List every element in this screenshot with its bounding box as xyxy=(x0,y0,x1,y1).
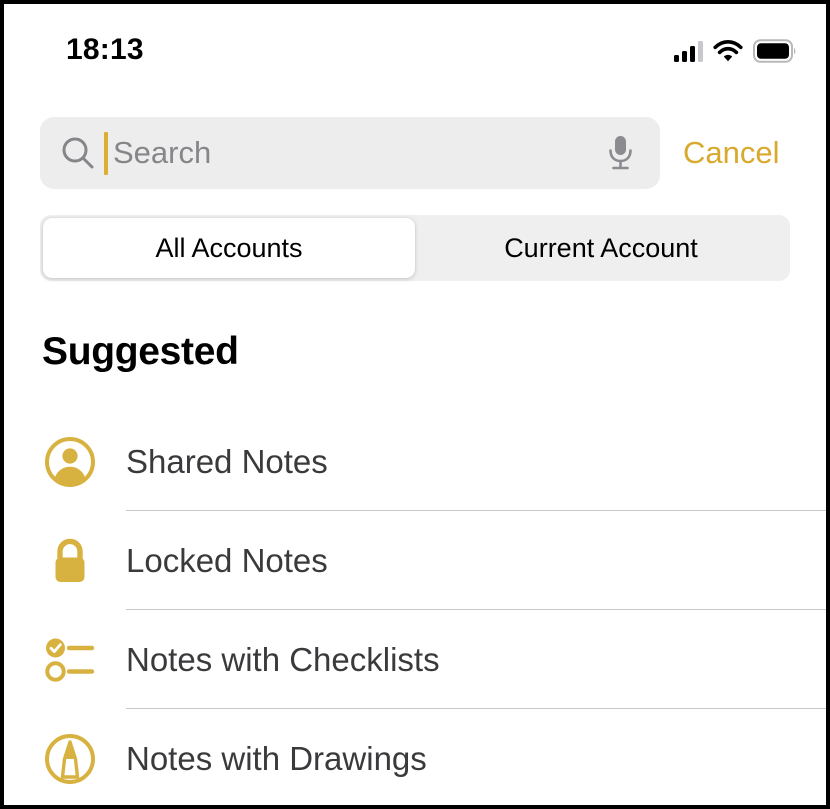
cellular-signal-icon xyxy=(674,40,703,62)
list-item-notes-with-checklists[interactable]: Notes with Checklists xyxy=(4,610,826,709)
search-input[interactable]: Search xyxy=(40,117,660,189)
checklist-icon xyxy=(42,632,98,688)
list-item-label: Notes with Drawings xyxy=(126,739,427,777)
battery-full-icon xyxy=(753,39,796,63)
text-cursor xyxy=(104,131,108,175)
shared-person-icon xyxy=(42,434,98,490)
search-icon xyxy=(60,135,96,171)
list-item-label: Shared Notes xyxy=(126,442,328,480)
wifi-icon xyxy=(713,39,743,61)
drawing-pen-icon xyxy=(42,731,98,787)
device-frame: 18:13 Search Cancel All Accounts Current… xyxy=(0,0,830,809)
phone-screen: 18:13 Search Cancel All Accounts Current… xyxy=(4,4,826,805)
list-item-label: Locked Notes xyxy=(126,541,328,579)
list-item-label: Notes with Checklists xyxy=(126,640,440,678)
list-item-shared-notes[interactable]: Shared Notes xyxy=(4,412,826,511)
suggested-list: Shared Notes Locked Notes Notes with Che… xyxy=(4,412,826,805)
status-bar-indicators xyxy=(674,37,797,65)
search-bar-row: Search Cancel xyxy=(4,117,826,197)
tab-current-account[interactable]: Current Account xyxy=(415,218,787,278)
list-item-locked-notes[interactable]: Locked Notes xyxy=(4,511,826,610)
microphone-icon[interactable] xyxy=(600,131,640,175)
list-item-notes-with-drawings[interactable]: Notes with Drawings xyxy=(4,709,826,805)
status-bar-time: 18:13 xyxy=(66,33,144,66)
page-title: Suggested xyxy=(42,330,239,373)
cancel-button[interactable]: Cancel xyxy=(683,135,780,171)
search-placeholder-text: Search xyxy=(113,135,212,170)
tab-all-accounts[interactable]: All Accounts xyxy=(43,218,415,278)
account-scope-bar: All Accounts Current Account xyxy=(40,215,790,281)
lock-icon xyxy=(42,533,98,589)
status-bar: 18:13 xyxy=(4,4,826,88)
